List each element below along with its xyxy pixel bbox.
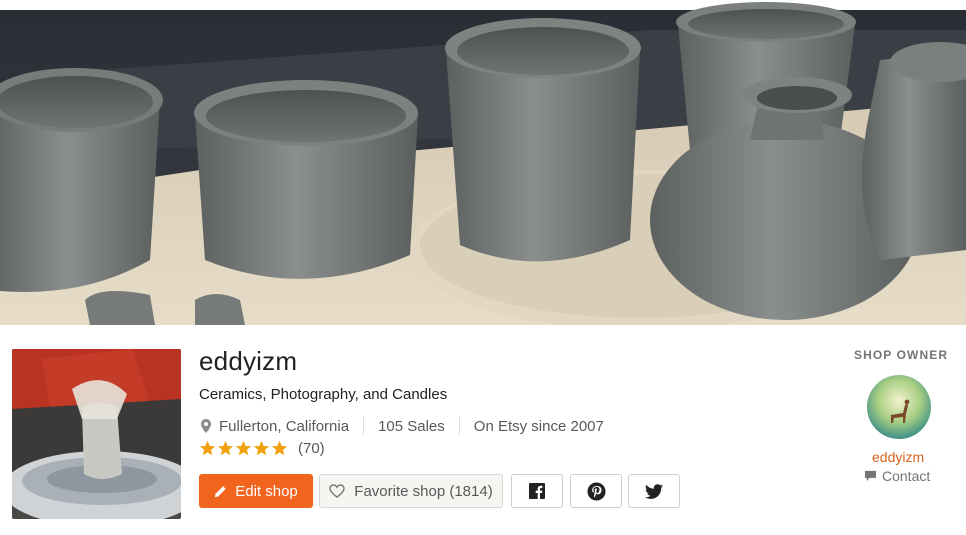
star-icon xyxy=(235,440,252,456)
deer-avatar-image xyxy=(867,375,931,439)
twitter-icon xyxy=(645,483,663,499)
edit-shop-label: Edit shop xyxy=(235,482,298,500)
pencil-icon xyxy=(215,485,226,497)
star-icon xyxy=(217,440,234,456)
shop-rating[interactable]: (70) xyxy=(199,440,325,457)
shop-since: On Etsy since 2007 xyxy=(473,417,604,435)
edit-shop-button[interactable]: Edit shop xyxy=(199,474,313,508)
owner-name-link[interactable]: eddyizm xyxy=(872,449,924,465)
meta-divider xyxy=(458,417,460,435)
chat-bubble-icon xyxy=(864,470,877,482)
shop-banner xyxy=(0,0,966,325)
share-pinterest-button[interactable] xyxy=(570,474,622,508)
star-icon xyxy=(271,440,288,456)
owner-avatar[interactable] xyxy=(867,375,931,439)
shop-owner-heading: SHOP OWNER xyxy=(854,348,949,362)
shop-meta: Fullerton, California 105 Sales On Etsy … xyxy=(199,417,604,435)
shop-icon-image xyxy=(12,349,181,519)
rating-count: (70) xyxy=(298,440,325,457)
pinterest-icon xyxy=(586,481,606,501)
contact-label: Contact xyxy=(882,468,931,484)
favorite-shop-button[interactable]: Favorite shop (1814) xyxy=(319,474,503,508)
location-pin-icon xyxy=(201,419,211,433)
shop-sales[interactable]: 105 Sales xyxy=(378,418,445,435)
share-facebook-button[interactable] xyxy=(511,474,563,508)
shop-location[interactable]: Fullerton, California xyxy=(219,418,349,435)
shop-name: eddyizm xyxy=(199,346,298,376)
heart-icon xyxy=(329,484,345,498)
contact-owner-link[interactable]: Contact xyxy=(864,468,930,484)
potter-wheel-photo xyxy=(12,349,181,519)
favorite-shop-label: Favorite shop (1814) xyxy=(354,482,493,500)
meta-divider xyxy=(363,417,365,435)
star-icon xyxy=(253,440,270,456)
share-twitter-button[interactable] xyxy=(628,474,680,508)
shop-title: Ceramics, Photography, and Candles xyxy=(199,386,448,403)
star-icon xyxy=(199,440,216,456)
facebook-icon xyxy=(529,483,545,499)
pottery-banner-photo xyxy=(0,0,966,325)
